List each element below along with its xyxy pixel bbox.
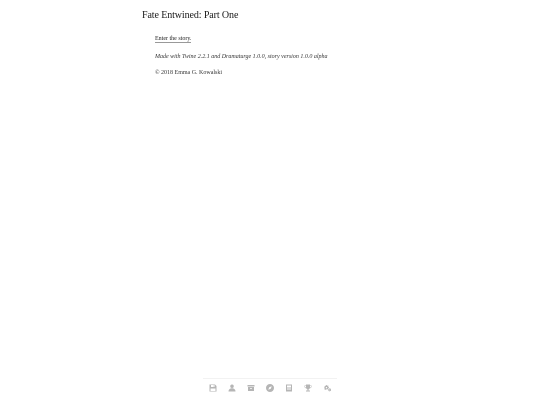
character-button[interactable] xyxy=(226,382,238,394)
story-container: Fate Entwined: Part One Enter the story.… xyxy=(142,9,402,85)
journal-button[interactable] xyxy=(283,382,295,394)
enter-paragraph: Enter the story. xyxy=(155,35,402,44)
save-button[interactable] xyxy=(207,382,219,394)
character-icon xyxy=(228,384,236,391)
settings-icon xyxy=(324,384,331,391)
passage: Enter the story. Made with Twine 2.2.1 a… xyxy=(155,35,402,78)
compass-button[interactable] xyxy=(264,382,276,394)
trophy-icon xyxy=(304,384,312,391)
compass-icon xyxy=(266,383,274,392)
story-title: Fate Entwined: Part One xyxy=(142,10,239,21)
save-icon xyxy=(209,384,217,391)
inventory-button[interactable] xyxy=(245,382,257,394)
inventory-icon xyxy=(247,384,255,391)
enter-story-link[interactable]: Enter the story. xyxy=(155,36,192,43)
journal-icon xyxy=(286,384,292,391)
settings-button[interactable] xyxy=(321,382,333,394)
bottom-toolbar xyxy=(203,378,337,396)
made-with-text: Made with Twine 2.2.1 and Dramaturge 1.0… xyxy=(155,54,328,60)
achievements-button[interactable] xyxy=(302,382,314,394)
copyright-text: © 2018 Emma G. Kowalski xyxy=(155,70,223,76)
